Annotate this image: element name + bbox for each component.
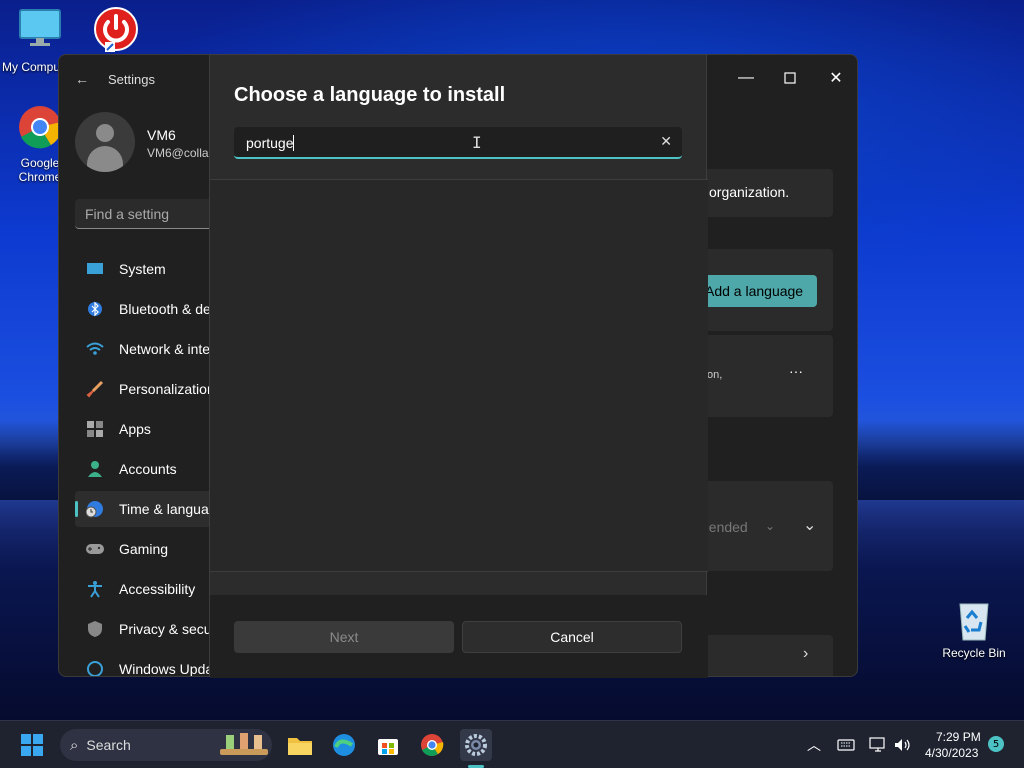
dropdown-chevron-icon: ⌄ <box>765 519 776 533</box>
regional-format-dropdown[interactable]: nended <box>701 519 748 535</box>
sidebar-item-label: Accessibility <box>119 581 196 597</box>
clear-search-button[interactable]: ✕ <box>660 133 672 150</box>
shield-icon <box>85 619 105 639</box>
settings-gear-icon[interactable] <box>460 729 492 761</box>
sidebar-item-label: Time & langua <box>119 501 209 517</box>
chrome-icon[interactable] <box>416 729 448 761</box>
sidebar-item-label: Gaming <box>119 541 169 557</box>
language-entry-text: on, <box>707 369 723 381</box>
taskbar: ⌕ Search ︿ 7:29 PM 4/30/2023 <box>0 720 1024 768</box>
microsoft-store-icon[interactable] <box>372 729 404 761</box>
sidebar-item-label: Apps <box>119 421 151 437</box>
minimize-button[interactable]: — <box>731 63 761 93</box>
search-highlight-icon <box>218 731 270 762</box>
accessibility-icon <box>85 579 105 599</box>
cancel-button[interactable]: Cancel <box>462 621 682 653</box>
file-explorer-icon[interactable] <box>284 729 316 761</box>
divider <box>210 571 708 572</box>
chevron-down-icon[interactable]: ⌄ <box>803 515 816 535</box>
user-name: VM6 <box>147 127 176 143</box>
text-cursor-icon: I <box>472 133 482 152</box>
person-icon <box>85 459 105 479</box>
desktop-icon-recycle-bin[interactable]: Recycle Bin <box>934 596 1014 660</box>
taskbar-search-box[interactable]: ⌕ Search <box>60 729 272 761</box>
clock-time[interactable]: 7:29 PM <box>936 730 981 744</box>
update-icon <box>85 659 105 676</box>
sidebar-item-label: System <box>119 261 166 277</box>
add-language-button[interactable]: Add a language <box>699 275 817 307</box>
desktop-icon-label: Recycle Bin <box>942 646 1006 660</box>
clock-date[interactable]: 4/30/2023 <box>925 746 978 760</box>
language-results-list[interactable] <box>210 180 708 571</box>
notification-badge[interactable]: 5 <box>988 736 1004 752</box>
chevron-up-icon[interactable]: ︿ <box>798 729 830 761</box>
power-shortcut-icon[interactable] <box>80 6 152 55</box>
sidebar-item-label: Privacy & secu <box>119 621 212 637</box>
gamepad-icon <box>85 539 105 559</box>
sidebar-item-label: Personalization <box>119 381 215 397</box>
brush-icon <box>85 379 105 399</box>
user-email: VM6@collal <box>147 146 212 160</box>
globe-clock-icon <box>85 499 105 519</box>
next-button[interactable]: Next <box>234 621 454 653</box>
chevron-right-icon: › <box>803 645 809 662</box>
language-search-input[interactable]: portuge ✕ <box>234 127 682 159</box>
sidebar-item-label: Windows Upda <box>119 661 214 677</box>
monitor-icon <box>0 8 80 51</box>
bluetooth-icon <box>85 299 105 319</box>
monitor-icon <box>85 259 105 279</box>
close-button[interactable]: ✕ <box>821 63 851 93</box>
taskbar-search-label: Search <box>86 737 131 753</box>
recycle-bin-icon <box>934 596 1014 645</box>
avatar[interactable] <box>75 112 135 172</box>
edge-icon[interactable] <box>328 729 360 761</box>
back-arrow-icon[interactable]: ← <box>75 71 89 87</box>
sidebar-item-label: Network & inte <box>119 341 211 357</box>
sidebar-item-label: Bluetooth & de <box>119 301 211 317</box>
more-options-button[interactable]: ··· <box>789 363 803 379</box>
keyboard-icon[interactable] <box>830 729 862 761</box>
window-title: Settings <box>108 72 155 87</box>
choose-language-dialog: Choose a language to install portuge ✕ I… <box>209 54 708 678</box>
dialog-title: Choose a language to install <box>234 84 506 106</box>
maximize-button[interactable] <box>775 63 805 93</box>
sidebar-item-label: Accounts <box>119 461 177 477</box>
info-text: organization. <box>709 184 790 200</box>
apps-icon <box>85 419 105 439</box>
wifi-icon <box>85 339 105 359</box>
desktop-icon-label: My Compu <box>2 60 61 74</box>
language-search-value: portuge <box>246 135 294 151</box>
desktop-icon-my-computer[interactable]: My Compu <box>0 8 80 74</box>
volume-icon[interactable] <box>886 729 918 761</box>
search-icon: ⌕ <box>70 736 79 754</box>
start-windows-icon[interactable] <box>16 729 48 761</box>
